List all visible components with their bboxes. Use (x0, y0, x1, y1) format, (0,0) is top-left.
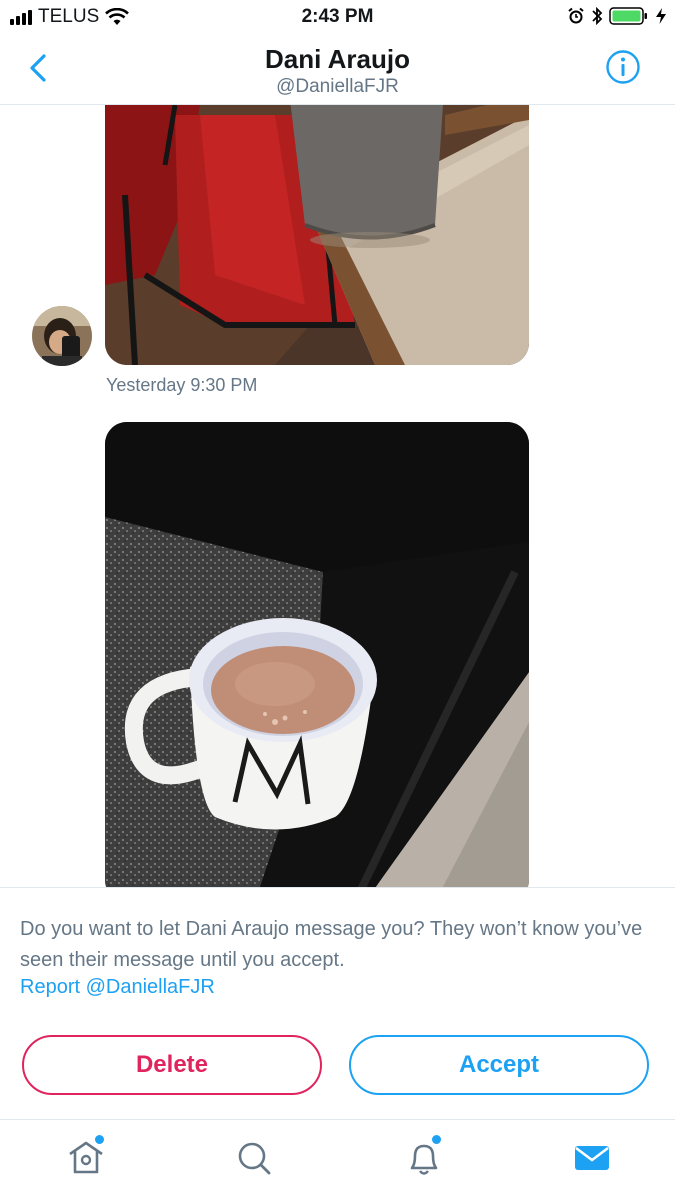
alarm-icon (568, 7, 584, 24)
avatar[interactable] (32, 306, 92, 366)
info-button[interactable] (605, 49, 641, 85)
report-link[interactable]: Report @DaniellaFJR (20, 976, 215, 999)
request-prompt: Do you want to let Dani Araujo message y… (20, 918, 643, 971)
accept-button[interactable]: Accept (349, 1035, 649, 1095)
tab-messages[interactable] (572, 1138, 612, 1178)
home-icon (69, 1141, 103, 1174)
tab-notifications[interactable] (404, 1138, 444, 1178)
status-right (567, 6, 667, 26)
photo-icon (105, 422, 529, 887)
status-bar: TELUS 2:43 PM (0, 0, 675, 34)
contact-name: Dani Araujo (265, 44, 410, 74)
messages-icon (575, 1146, 609, 1170)
message-request-panel: Do you want to let Dani Araujo message y… (0, 887, 675, 1120)
search-icon (238, 1142, 271, 1175)
battery-icon (609, 7, 647, 25)
avatar-icon (32, 306, 92, 366)
message-timestamp: Yesterday 9:30 PM (106, 375, 258, 395)
info-icon (606, 50, 640, 84)
delete-button[interactable]: Delete (22, 1035, 322, 1095)
contact-handle: @DaniellaFJR (276, 76, 399, 97)
notifications-badge (432, 1135, 441, 1144)
message-image[interactable] (105, 422, 529, 887)
conversation-header: Dani Araujo @DaniellaFJR (0, 34, 675, 105)
tab-home[interactable] (66, 1138, 106, 1178)
tab-bar (0, 1119, 675, 1201)
conversation-area[interactable]: Yesterday 9:30 PM (0, 105, 675, 887)
notifications-icon (410, 1144, 438, 1175)
message-image[interactable] (105, 105, 529, 365)
home-badge (95, 1135, 104, 1144)
photo-icon (105, 105, 529, 365)
bluetooth-icon (592, 6, 603, 26)
charging-icon (656, 8, 666, 24)
tab-search[interactable] (234, 1138, 274, 1178)
